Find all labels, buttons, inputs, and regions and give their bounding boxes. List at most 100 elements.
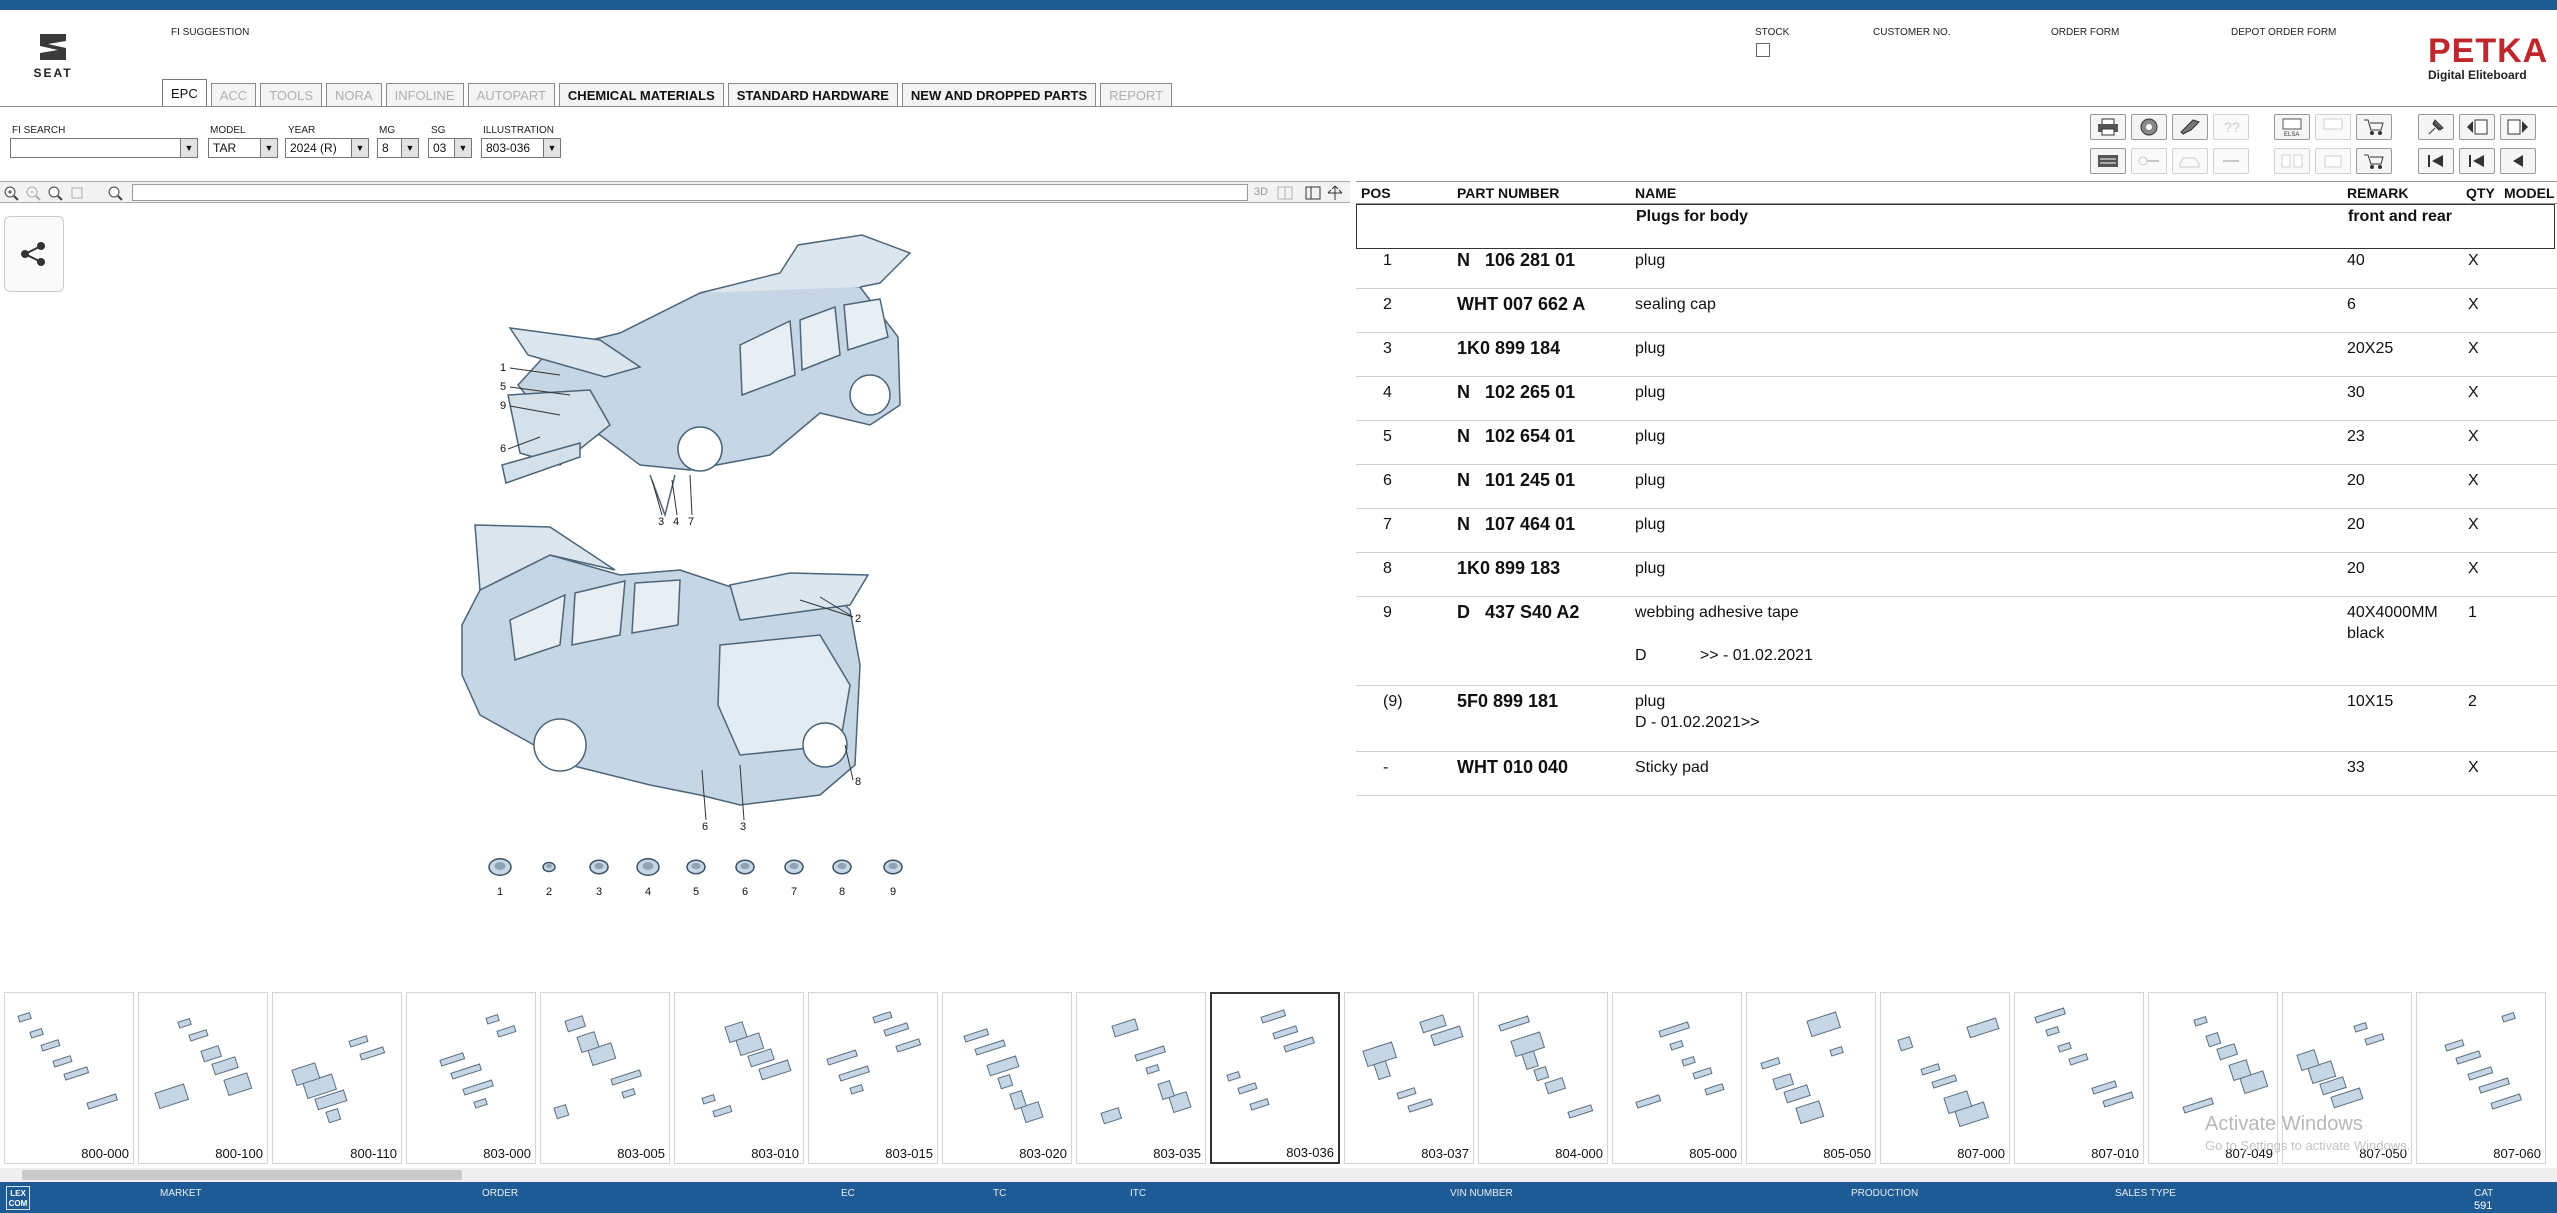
thumbnail-807-010[interactable]: 807-010 [2014,992,2144,1164]
labour-button[interactable] [2315,114,2351,140]
table-row[interactable]: (9) 5F0 899 181 plug 10X15 2 D - 01.02.2021>> [1356,686,2557,752]
part-icon-1[interactable]: 1 [488,855,512,905]
table-row[interactable]: 1 N 106 281 01 plug 40 X [1356,245,2557,289]
chevron-down-icon[interactable]: ▼ [543,139,560,157]
table-row[interactable]: 3 1K0 899 184 plug 20X25 X [1356,333,2557,377]
thumbnail-803-005[interactable]: 803-005 [540,992,670,1164]
split-view-button[interactable] [1276,184,1294,202]
thumbnail-803-036[interactable]: 803-036 [1210,992,1340,1164]
search-button[interactable] [106,184,124,202]
model-select[interactable]: TAR ▼ [208,138,278,158]
compare-button[interactable] [2274,148,2310,174]
table-row[interactable]: 5 N 102 654 01 plug 23 X [1356,421,2557,465]
part-icon-6[interactable]: 6 [733,855,757,905]
tab-infoline[interactable]: INFOLINE [385,83,464,107]
table-row[interactable]: 7 N 107 464 01 plug 20 X [1356,509,2557,553]
thumbnail-803-000[interactable]: 803-000 [406,992,536,1164]
thumbnail-800-110[interactable]: 800-110 [272,992,402,1164]
zoom-fit-button[interactable] [46,184,64,202]
cart-button[interactable] [2356,148,2392,174]
next-document-button[interactable] [2500,114,2536,140]
back-button[interactable] [2500,148,2536,174]
tab-tools[interactable]: TOOLS [260,83,323,107]
col-model[interactable]: MODEL [2504,185,2555,201]
tab-epc[interactable]: EPC [162,79,207,107]
thumbnail-805-000[interactable]: 805-000 [1612,992,1742,1164]
table-row[interactable]: 4 N 102 265 01 plug 30 X [1356,377,2557,421]
table-row[interactable]: 8 1K0 899 183 plug 20 X [1356,553,2557,597]
thumbnail-803-035[interactable]: 803-035 [1076,992,1206,1164]
order-form-label[interactable]: ORDER FORM [2051,27,2119,38]
viewer-search-field[interactable] [132,184,1248,201]
list-view-button[interactable] [2090,148,2126,174]
thumbnail-scrollbar[interactable] [0,1168,2557,1182]
table-row[interactable]: - WHT 010 040 Sticky pad 33 X [1356,752,2557,796]
col-name[interactable]: NAME [1635,185,1676,201]
col-qty[interactable]: QTY [2466,185,2495,201]
fi-search-input[interactable]: ▼ [10,138,198,158]
pan-button[interactable] [68,184,86,202]
elsa-button[interactable]: ELSA [2274,114,2310,140]
chevron-down-icon[interactable]: ▼ [180,139,197,157]
remove-button[interactable] [2213,148,2249,174]
chevron-down-icon[interactable]: ▼ [401,139,418,157]
chevron-down-icon[interactable]: ▼ [260,139,277,157]
sg-select[interactable]: 03 ▼ [428,138,472,158]
part-icon-2[interactable]: 2 [537,855,561,905]
mg-select[interactable]: 8 ▼ [377,138,419,158]
cart-add-button[interactable] [2356,114,2392,140]
tab-acc[interactable]: ACC [210,83,257,107]
zoom-out-button[interactable] [24,184,42,202]
zoom-in-button[interactable] [2,184,20,202]
expand-button[interactable] [1326,184,1344,202]
3d-toggle-button[interactable]: 3D [1250,184,1272,201]
repair-button[interactable] [2172,114,2208,140]
tab-report[interactable]: REPORT [1100,83,1173,107]
table-row[interactable]: 2 WHT 007 662 A sealing cap 6 X [1356,289,2557,333]
depot-order-form-label[interactable]: DEPOT ORDER FORM [2231,27,2336,38]
first-page-button[interactable] [2418,148,2454,174]
table-row[interactable]: 6 N 101 245 01 plug 20 X [1356,465,2557,509]
scrollbar-thumb[interactable] [22,1170,462,1180]
stock-check-button[interactable] [2315,148,2351,174]
chevron-down-icon[interactable]: ▼ [454,139,471,157]
thumbnail-803-037[interactable]: 803-037 [1344,992,1474,1164]
part-icon-9[interactable]: 9 [881,855,905,905]
tab-standard-hardware[interactable]: STANDARD HARDWARE [727,83,898,107]
col-remark[interactable]: REMARK [2347,185,2408,201]
prev-document-button[interactable] [2459,114,2495,140]
print-button[interactable] [2090,114,2126,140]
share-button[interactable] [4,216,64,292]
previous-page-button[interactable] [2459,148,2495,174]
thumbnail-805-050[interactable]: 805-050 [1746,992,1876,1164]
illustration-select[interactable]: 803-036 ▼ [481,138,561,158]
thumbnail-800-000[interactable]: 800-000 [4,992,134,1164]
tab-autopart[interactable]: AUTOPART [467,83,555,107]
thumbnail-804-000[interactable]: 804-000 [1478,992,1608,1164]
tab-chemical-materials[interactable]: CHEMICAL MATERIALS [558,83,724,107]
thumbnail-803-020[interactable]: 803-020 [942,992,1072,1164]
key-button[interactable] [2131,148,2167,174]
part-icon-4[interactable]: 4 [636,855,660,905]
part-icon-8[interactable]: 8 [830,855,854,905]
tab-new-and-dropped-parts[interactable]: NEW AND DROPPED PARTS [901,83,1097,107]
thumbnail-807-060[interactable]: 807-060 [2416,992,2546,1164]
col-pos[interactable]: POS [1361,185,1391,201]
thumbnail-803-010[interactable]: 803-010 [674,992,804,1164]
pin-button[interactable] [2418,114,2454,140]
layout-button[interactable] [1304,184,1322,202]
year-select[interactable]: 2024 (R) ▼ [285,138,369,158]
thumbnail-800-100[interactable]: 800-100 [138,992,268,1164]
parts-info-button[interactable] [2131,114,2167,140]
part-icon-3[interactable]: 3 [587,855,611,905]
part-icon-5[interactable]: 5 [684,855,708,905]
table-row[interactable]: 9 D 437 S40 A2 webbing adhesive tape 40X400… [1356,597,2557,686]
thumbnail-803-015[interactable]: 803-015 [808,992,938,1164]
col-part-number[interactable]: PART NUMBER [1457,185,1559,201]
stock-checkbox[interactable] [1756,43,1770,57]
help-button[interactable]: ?? [2213,114,2249,140]
part-icon-7[interactable]: 7 [782,855,806,905]
customer-no-label[interactable]: CUSTOMER NO. [1873,27,1951,38]
thumbnail-807-000[interactable]: 807-000 [1880,992,2010,1164]
vehicle-button[interactable] [2172,148,2208,174]
